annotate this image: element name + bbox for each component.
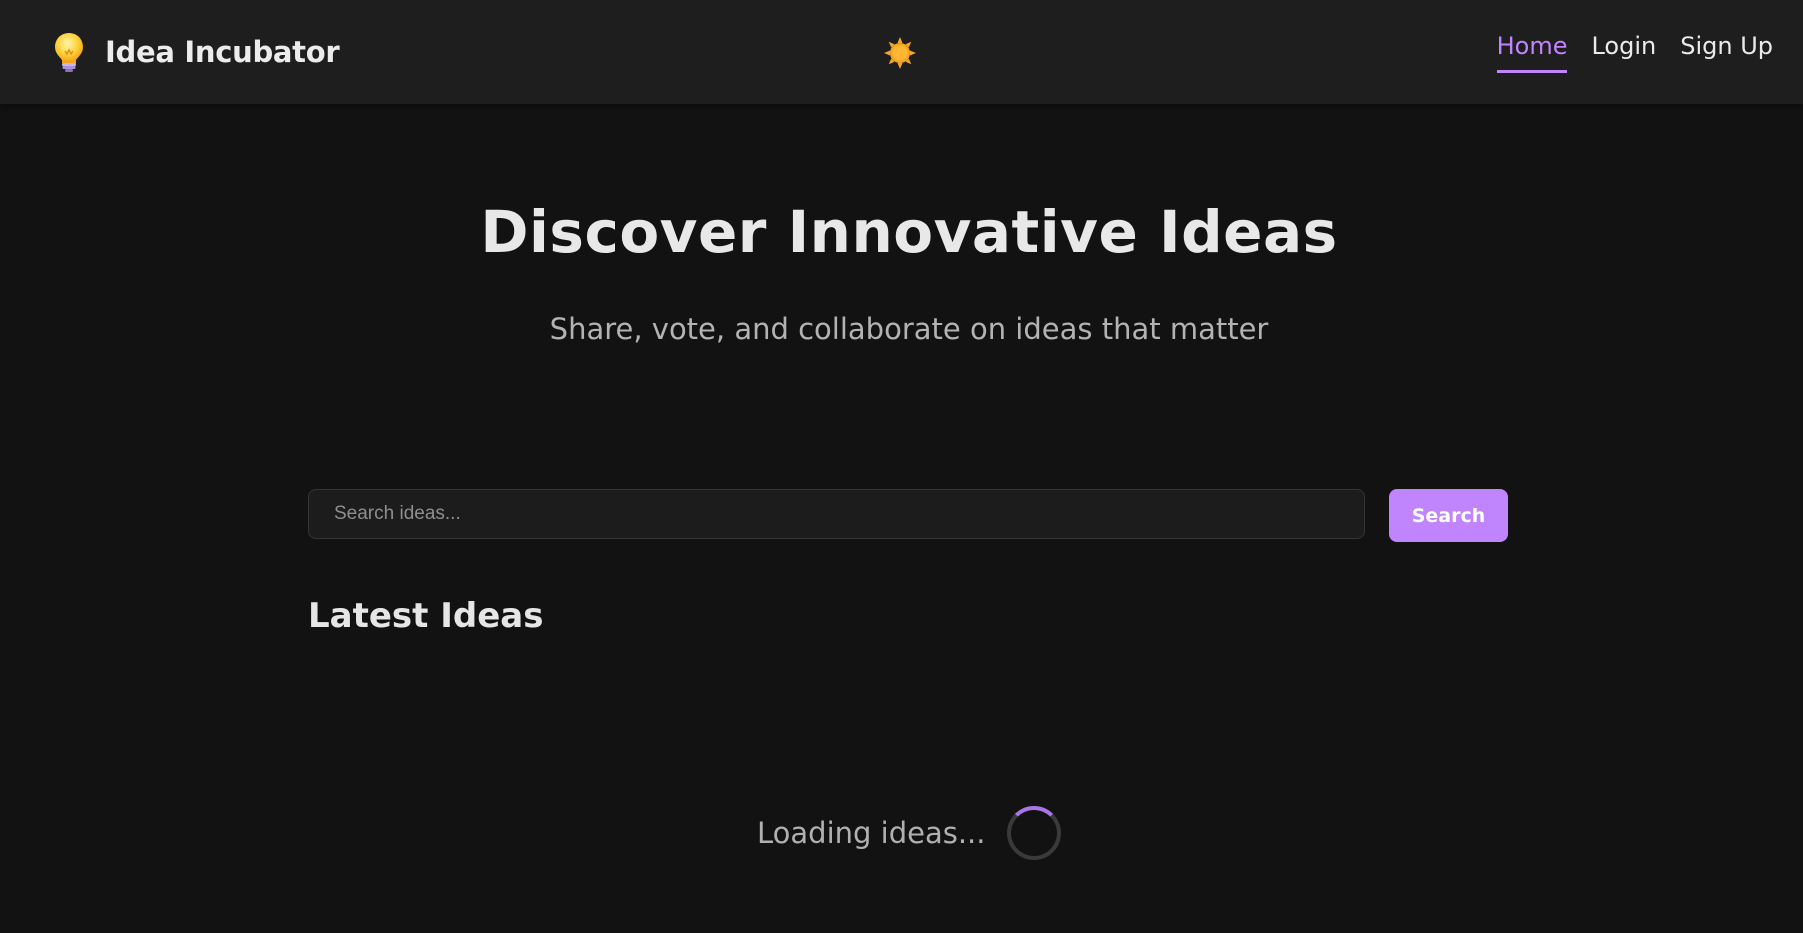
search-button[interactable]: Search — [1389, 489, 1508, 542]
spinner-icon — [1007, 806, 1062, 860]
nav-link-home[interactable]: Home — [1496, 30, 1568, 73]
brand-name: Idea Incubator — [105, 35, 340, 69]
lightbulb-icon — [52, 30, 86, 74]
latest-ideas-heading: Latest Ideas — [308, 596, 544, 636]
top-navbar: Idea Incubator Home Login Sign Up — [0, 0, 1803, 104]
search-input[interactable] — [308, 489, 1365, 539]
loading-text: Loading ideas... — [757, 816, 986, 850]
theme-toggle-button[interactable] — [882, 35, 918, 71]
nav-link-login[interactable]: Login — [1591, 30, 1656, 70]
hero-title: Discover Innovative Ideas — [480, 198, 1338, 266]
brand[interactable]: Idea Incubator — [52, 30, 340, 74]
sun-icon — [882, 37, 918, 75]
nav-link-sign-up[interactable]: Sign Up — [1680, 30, 1773, 70]
nav-links: Home Login Sign Up — [1473, 30, 1773, 78]
loading-indicator: Loading ideas... — [757, 805, 1062, 861]
hero-subtitle: Share, vote, and collaborate on ideas th… — [549, 312, 1269, 346]
